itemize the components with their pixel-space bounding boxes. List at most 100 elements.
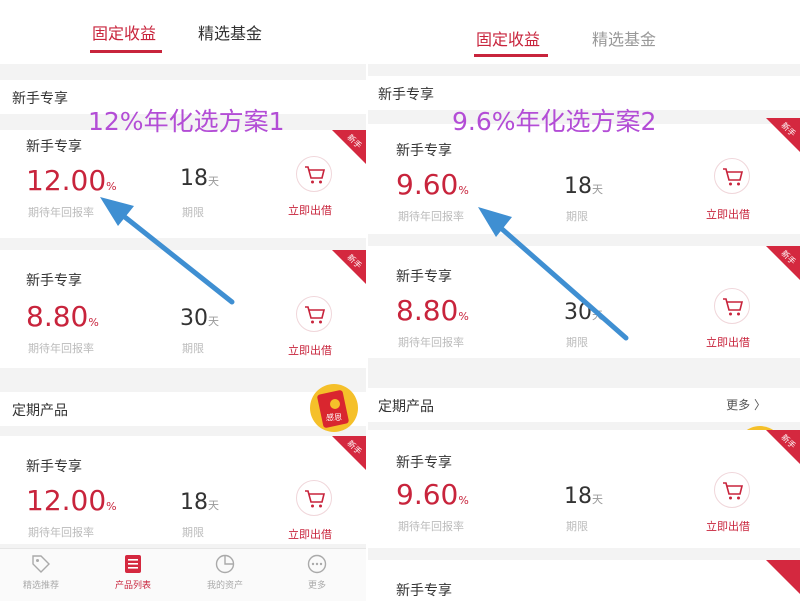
rate-label: 期待年回报率 [28,342,94,355]
list-icon [125,555,141,573]
nav-label: 精选推荐 [22,581,59,591]
new-user-badge: 新手 [766,430,800,464]
term-days: 18天 [180,490,219,515]
card-title: 新手专享 [26,459,82,475]
term-unit: 天 [208,499,219,512]
red-envelope-icon[interactable]: 感恩 [308,382,358,432]
bottom-navigation: 精选推荐 产品列表 我的资产 更多 [0,548,366,601]
nav-label: 产品列表 [114,581,151,591]
term-label: 期限 [182,206,204,219]
product-card[interactable]: 新手专享 9.60% 期待年回报率 18天 期限 立即出借 新手 [368,118,800,234]
cart-icon[interactable] [296,480,332,516]
tab-bar: 固定收益 精选基金 [0,0,366,64]
term-label: 期限 [566,520,588,533]
section-header-regular: 定期产品 更多 〉 [368,388,800,422]
term-label: 期限 [566,336,588,349]
section-title: 定期产品 [378,399,434,415]
product-card[interactable]: 新手专享 12.00% 期待年回报率 18天 期限 立即出借 新手 [0,130,366,238]
term-label: 期限 [182,526,204,539]
active-tab-underline [474,54,548,57]
right-screenshot: 固定收益 精选基金 新手专享 新手专享 9.60% 期待年回报率 18天 期限 … [368,0,800,601]
term-days: 18天 [180,166,219,191]
pie-chart-icon [215,554,235,574]
new-user-badge: 新手 [332,130,366,164]
new-user-badge [766,560,800,594]
card-title: 新手专享 [26,139,82,155]
annual-rate: 12.00% [26,484,117,517]
tab-bar: 固定收益 精选基金 [368,0,800,64]
cart-icon[interactable] [296,296,332,332]
rate-unit: % [458,494,469,507]
product-card[interactable]: 新手专享 8.80% 期待年回报率 30天 期限 立即出借 新手 [368,246,800,358]
cart-icon[interactable] [714,472,750,508]
buy-now-link[interactable]: 立即出借 [288,526,332,542]
term-unit: 天 [592,183,603,196]
card-title: 新手专享 [396,269,452,285]
annual-rate: 8.80% [396,294,469,327]
product-card[interactable]: 新手专享 12.00% 期待年回报率 18天 期限 立即出借 新手 [0,436,366,544]
plan-annotation: 9.6%年化选方案2 [452,107,657,136]
term-label: 期限 [566,210,588,223]
section-title: 定期产品 [12,403,68,419]
term-days: 18天 [564,484,603,509]
active-tab-underline [90,50,162,53]
tab-selected-funds[interactable]: 精选基金 [592,26,656,50]
tab-fixed-income[interactable]: 固定收益 [476,26,540,50]
rate-label: 期待年回报率 [398,336,464,349]
product-card[interactable]: 新手专享 8.80% 期待年回报率 30天 期限 立即出借 新手 [0,250,366,368]
term-unit: 天 [592,493,603,506]
annual-rate: 8.80% [26,300,99,333]
product-card-partial[interactable]: 新手专享 [368,560,800,601]
plan-annotation: 12%年化选方案1 [88,107,285,136]
rate-unit: % [106,180,117,193]
section-title: 新手专享 [378,87,434,103]
rate-unit: % [88,316,99,329]
buy-now-link[interactable]: 立即出借 [288,342,332,358]
card-title: 新手专享 [396,583,452,599]
product-card[interactable]: 新手专享 9.60% 期待年回报率 18天 期限 立即出借 新手 [368,430,800,548]
rate-unit: % [106,500,117,513]
tab-selected-funds[interactable]: 精选基金 [198,20,262,44]
term-unit: 天 [208,175,219,188]
annual-rate: 9.60% [396,168,469,201]
rate-unit: % [458,310,469,323]
term-unit: 天 [592,309,603,322]
rate-label: 期待年回报率 [398,520,464,533]
buy-now-link[interactable]: 立即出借 [706,206,750,222]
rate-label: 期待年回报率 [398,210,464,223]
buy-now-link[interactable]: 立即出借 [288,202,332,218]
term-unit: 天 [208,315,219,328]
new-user-badge: 新手 [766,118,800,152]
rate-unit: % [458,184,469,197]
new-user-badge: 新手 [332,250,366,284]
term-days: 30天 [564,300,603,325]
buy-now-link[interactable]: 立即出借 [706,334,750,350]
left-screenshot: 固定收益 精选基金 新手专享 新手专享 12.00% 期待年回报率 18天 期限… [0,0,366,601]
tag-icon [32,555,50,573]
annual-rate: 12.00% [26,164,117,197]
cart-icon[interactable] [714,288,750,324]
rate-label: 期待年回报率 [28,206,94,219]
card-title: 新手专享 [26,273,82,289]
more-icon [307,554,327,574]
card-title: 新手专享 [396,143,452,159]
buy-now-link[interactable]: 立即出借 [706,518,750,534]
nav-more[interactable]: 更多 [282,553,352,591]
cart-icon[interactable] [714,158,750,194]
card-title: 新手专享 [396,455,452,471]
svg-text:感恩: 感恩 [326,412,342,422]
tab-fixed-income[interactable]: 固定收益 [92,20,156,44]
more-link[interactable]: 更多 〉 [726,396,766,413]
nav-product-list[interactable]: 产品列表 [98,553,168,591]
nav-label: 我的资产 [206,581,243,591]
section-title: 新手专享 [12,91,68,107]
new-user-badge: 新手 [766,246,800,280]
nav-featured[interactable]: 精选推荐 [6,553,76,591]
cart-icon[interactable] [296,156,332,192]
term-days: 30天 [180,306,219,331]
nav-my-assets[interactable]: 我的资产 [190,553,260,591]
nav-label: 更多 [307,581,326,591]
new-user-badge: 新手 [332,436,366,470]
annual-rate: 9.60% [396,478,469,511]
term-days: 18天 [564,174,603,199]
